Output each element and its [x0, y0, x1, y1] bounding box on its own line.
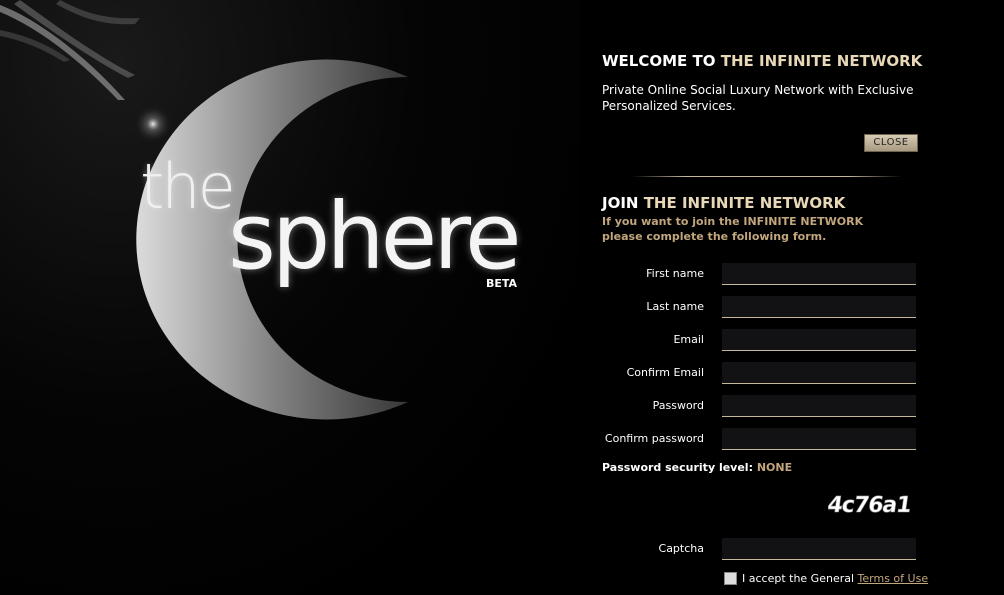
hero-artwork: the sphere BETA	[0, 0, 580, 595]
accept-terms-label: I accept the General	[742, 572, 855, 585]
accept-terms-checkbox[interactable]	[724, 572, 737, 585]
first-name-label: First name	[646, 267, 704, 280]
terms-of-use-link[interactable]: Terms of Use	[858, 572, 929, 585]
last-name-row: Last name	[602, 296, 918, 320]
section-divider	[632, 176, 902, 177]
email-input[interactable]	[722, 329, 916, 351]
confirm-password-input[interactable]	[722, 428, 916, 450]
star-glow	[133, 104, 173, 144]
welcome-title-prefix: WELCOME TO	[602, 52, 716, 70]
logo-word-the: the	[140, 150, 236, 223]
last-name-label: Last name	[646, 300, 704, 313]
password-input[interactable]	[722, 395, 916, 417]
captcha-input[interactable]	[722, 538, 916, 560]
password-row: Password	[602, 395, 918, 419]
join-title-highlight: THE INFINITE NETWORK	[643, 194, 846, 212]
hero-background-graphic	[0, 0, 408, 420]
captcha-row: Captcha	[602, 538, 918, 562]
email-label: Email	[673, 333, 704, 346]
logo-word-sphere: sphere	[228, 183, 522, 290]
join-description: If you want to join the INFINITE NETWORK…	[602, 215, 864, 243]
confirm-email-label: Confirm Email	[626, 366, 704, 379]
join-title: JOIN THE INFINITE NETWORK	[602, 194, 845, 212]
captcha-text: 4c76a1	[828, 492, 912, 518]
confirm-password-label: Confirm password	[604, 432, 704, 445]
captcha-label: Captcha	[658, 542, 704, 555]
join-title-prefix: JOIN	[602, 194, 639, 212]
last-name-input[interactable]	[722, 296, 916, 318]
accept-terms-text: I accept the General Terms of Use	[742, 572, 928, 585]
confirm-password-row: Confirm password	[602, 428, 918, 452]
first-name-input[interactable]	[722, 263, 916, 285]
captcha-image: 4c76a1	[828, 492, 913, 518]
password-level-value: NONE	[756, 461, 793, 474]
feather-streaks	[0, 0, 140, 100]
close-button[interactable]: CLOSE	[864, 134, 918, 152]
password-label: Password	[652, 399, 704, 412]
welcome-title-highlight: THE INFINITE NETWORK	[720, 52, 923, 70]
email-row: Email	[602, 329, 918, 353]
confirm-email-row: Confirm Email	[602, 362, 918, 386]
password-security-level: Password security level: NONE	[602, 461, 792, 474]
beta-badge: BETA	[486, 277, 518, 290]
welcome-title: WELCOME TO THE INFINITE NETWORK	[602, 52, 922, 70]
confirm-email-input[interactable]	[722, 362, 916, 384]
first-name-row: First name	[602, 263, 918, 287]
welcome-description: Private Online Social Luxury Network wit…	[602, 83, 914, 113]
password-level-label: Password security level:	[602, 461, 753, 474]
